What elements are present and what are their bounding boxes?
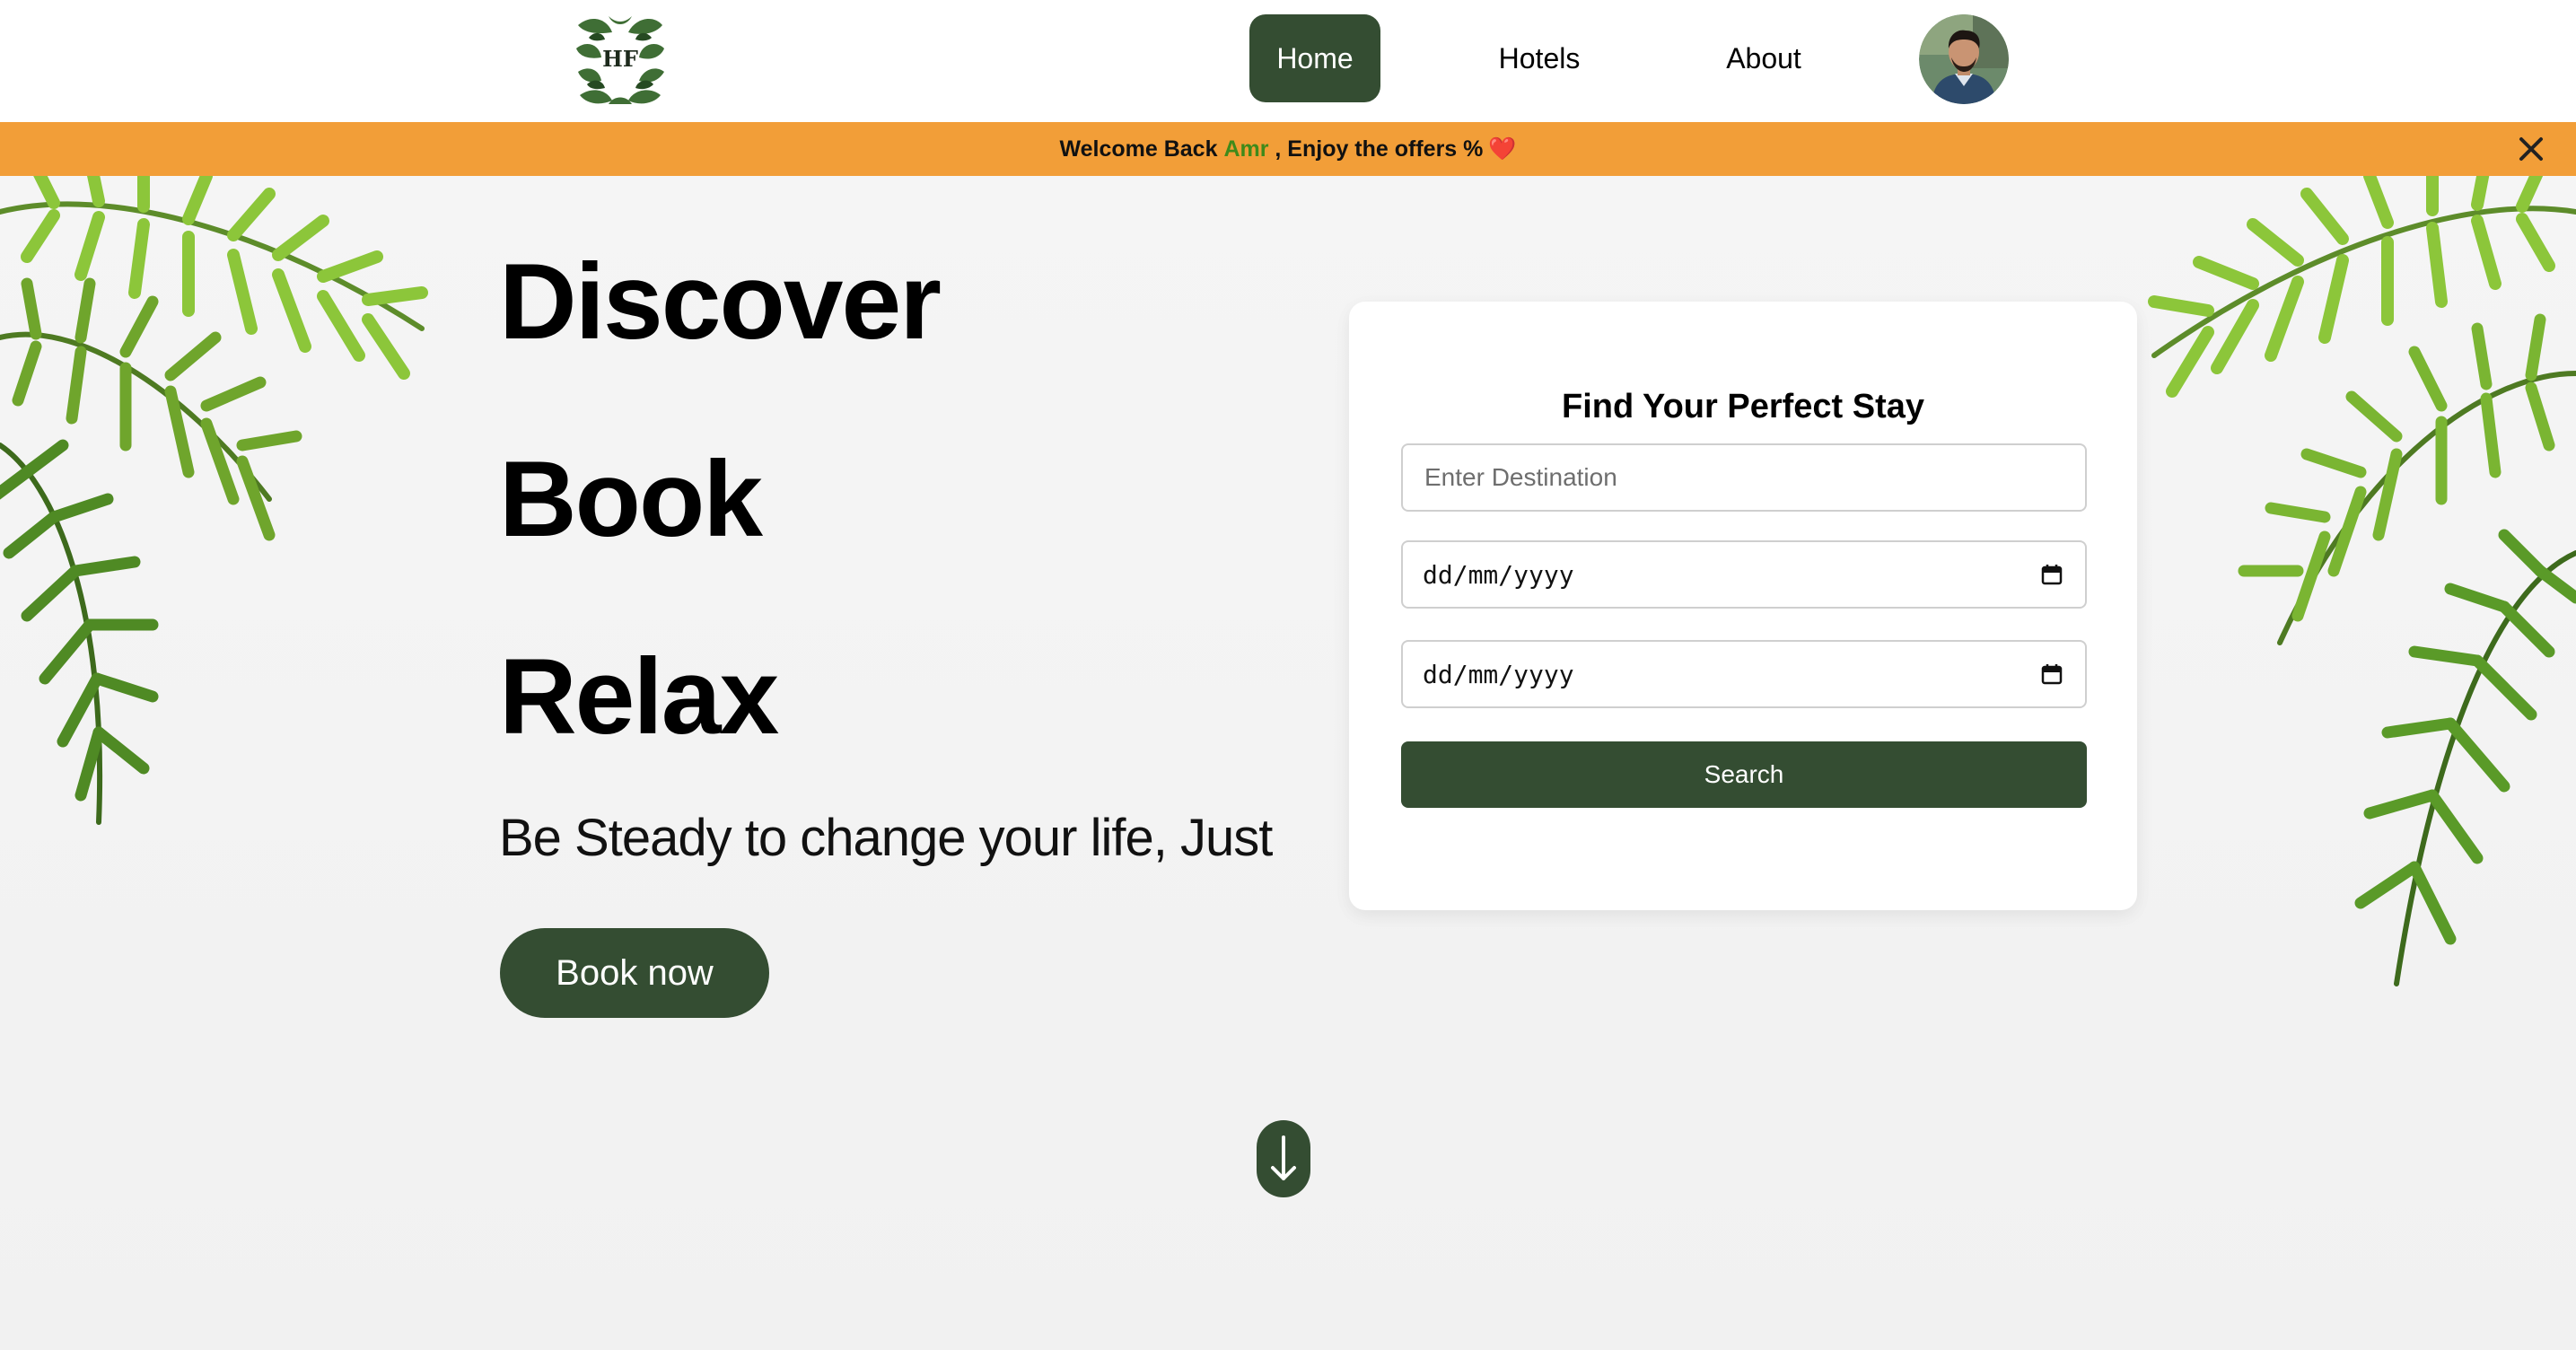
destination-field[interactable] — [1401, 443, 2087, 512]
heart-icon: ❤️ — [1488, 136, 1517, 162]
arrow-down-icon — [1271, 1135, 1296, 1180]
top-navbar: HF Home Hotels About — [0, 0, 2576, 122]
logo-text: HF — [602, 46, 638, 72]
hero-word-book: Book — [499, 439, 763, 559]
calendar-icon[interactable] — [2038, 561, 2065, 588]
close-icon — [2519, 137, 2543, 161]
user-avatar[interactable] — [1919, 14, 2009, 104]
checkout-date-field[interactable]: dd/mm/yyyy — [1401, 640, 2087, 708]
nav-about-link[interactable]: About — [1696, 14, 1831, 102]
nav-hotels-link[interactable]: Hotels — [1472, 14, 1607, 102]
banner-close-button[interactable] — [2513, 131, 2549, 167]
book-now-button[interactable]: Book now — [500, 928, 769, 1018]
hero-word-discover: Discover — [499, 241, 942, 362]
scroll-down-button[interactable] — [1257, 1120, 1310, 1197]
checkin-date-field[interactable]: dd/mm/yyyy — [1401, 540, 2087, 609]
hero-tagline: Be Steady to change your life, Just — [499, 809, 1273, 867]
nav-home-button[interactable]: Home — [1249, 14, 1380, 102]
checkout-date-input[interactable]: dd/mm/yyyy — [1423, 660, 2038, 689]
banner-suffix: , Enjoy the offers % — [1275, 136, 1484, 162]
search-card: Find Your Perfect Stay dd/mm/yyyy dd/mm/… — [1349, 302, 2137, 910]
calendar-icon[interactable] — [2038, 661, 2065, 688]
welcome-banner: Welcome Back Amr , Enjoy the offers % ❤️ — [0, 122, 2576, 176]
banner-prefix: Welcome Back — [1059, 136, 1218, 162]
search-card-title: Find Your Perfect Stay — [1561, 388, 1925, 425]
palm-leaves-right-icon — [2148, 176, 2576, 986]
leaf-logo-icon: HF — [573, 13, 668, 108]
checkin-date-input[interactable]: dd/mm/yyyy — [1423, 560, 2038, 590]
destination-input[interactable] — [1423, 462, 2065, 493]
palm-leaves-left-icon — [0, 176, 428, 825]
search-button[interactable]: Search — [1401, 741, 2087, 808]
user-avatar-icon — [1919, 14, 2009, 104]
hero-word-relax: Relax — [499, 636, 779, 757]
banner-username: Amr — [1223, 136, 1269, 162]
brand-logo[interactable]: HF — [573, 13, 668, 108]
